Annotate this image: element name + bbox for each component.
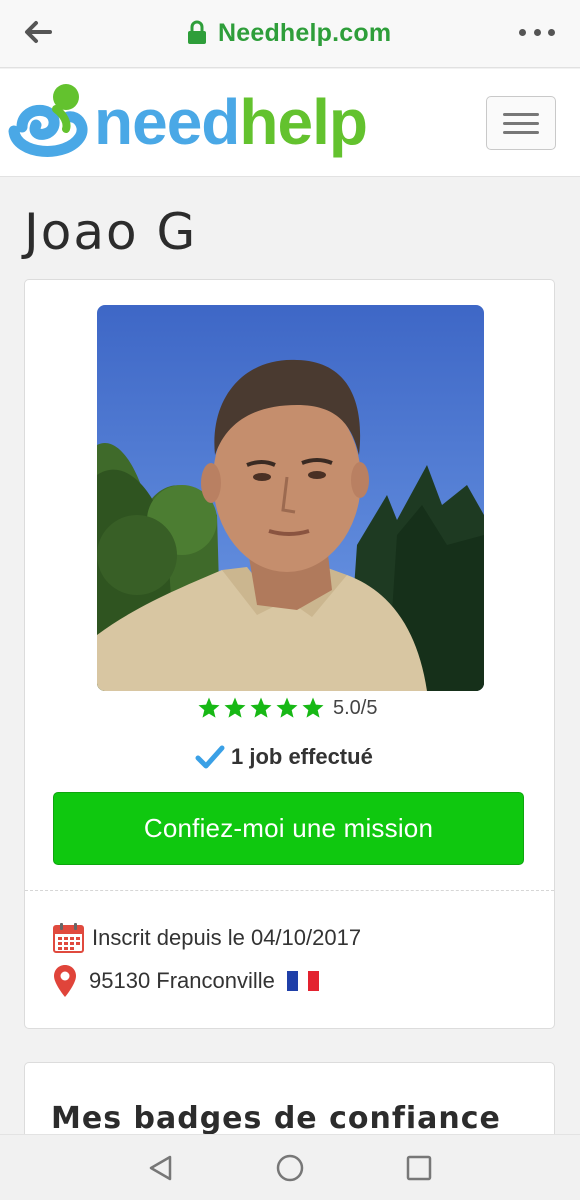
back-arrow-icon <box>25 21 52 43</box>
rating: 5.0/5 <box>197 696 377 720</box>
more-options-button[interactable] <box>515 14 559 50</box>
badges-title: Mes badges de confiance <box>51 1101 501 1136</box>
address-bar[interactable]: Needhelp.com <box>186 16 391 50</box>
star-icon <box>276 697 298 718</box>
logo-wordmark: needhelp <box>94 90 368 154</box>
lock-icon <box>188 20 206 44</box>
profile-photo-image <box>97 305 484 691</box>
nav-home-icon <box>276 1154 304 1182</box>
location-info: 95130 Franconville <box>53 964 319 998</box>
more-dots-icon <box>533 28 541 36</box>
star-icon <box>302 697 324 718</box>
hamburger-icon <box>503 112 539 116</box>
registration-text: Inscrit depuis le 04/10/2017 <box>92 924 362 950</box>
more-dots-icon <box>548 28 555 36</box>
profile-card: 5.0/5 1 job effectué Confiez-moi une mis… <box>24 279 555 1029</box>
menu-toggle-button[interactable] <box>486 96 556 150</box>
rating-text: 5.0/5 <box>333 696 378 719</box>
logo-mark-icon <box>8 84 88 157</box>
map-pin-icon <box>54 965 76 997</box>
profile-photo <box>97 305 484 691</box>
checkmark-icon <box>195 745 225 769</box>
divider <box>25 890 554 891</box>
calendar-icon <box>53 923 84 953</box>
page-title: Joao G <box>24 203 198 261</box>
url-text: Needhelp.com <box>218 18 392 47</box>
site-header: needhelp <box>0 69 580 177</box>
nav-back-icon <box>149 1155 172 1181</box>
hire-mission-button[interactable]: Confiez-moi une mission <box>53 792 524 865</box>
system-navigation-bar <box>0 1134 580 1200</box>
star-icon <box>198 697 220 718</box>
location-text: 95130 Franconville <box>89 968 275 993</box>
registration-info: Inscrit depuis le 04/10/2017 <box>53 922 361 953</box>
hamburger-icon <box>503 130 539 134</box>
browser-toolbar: Needhelp.com <box>0 0 580 68</box>
nav-back-button[interactable] <box>146 1153 176 1183</box>
logo-help-text: help <box>239 86 368 158</box>
back-button[interactable] <box>20 14 56 50</box>
logo-need-text: need <box>94 86 240 158</box>
nav-recent-button[interactable] <box>404 1153 434 1183</box>
nav-recent-icon <box>406 1155 432 1181</box>
hamburger-icon <box>503 121 539 125</box>
jobs-text: 1 job effectué <box>231 744 373 769</box>
jobs-completed: 1 job effectué <box>195 744 373 770</box>
star-icon <box>224 697 246 718</box>
nav-home-button[interactable] <box>275 1153 305 1183</box>
more-dots-icon <box>519 28 526 36</box>
star-icon <box>250 697 272 718</box>
needhelp-logo[interactable]: needhelp <box>6 79 368 165</box>
france-flag-icon <box>286 971 319 991</box>
